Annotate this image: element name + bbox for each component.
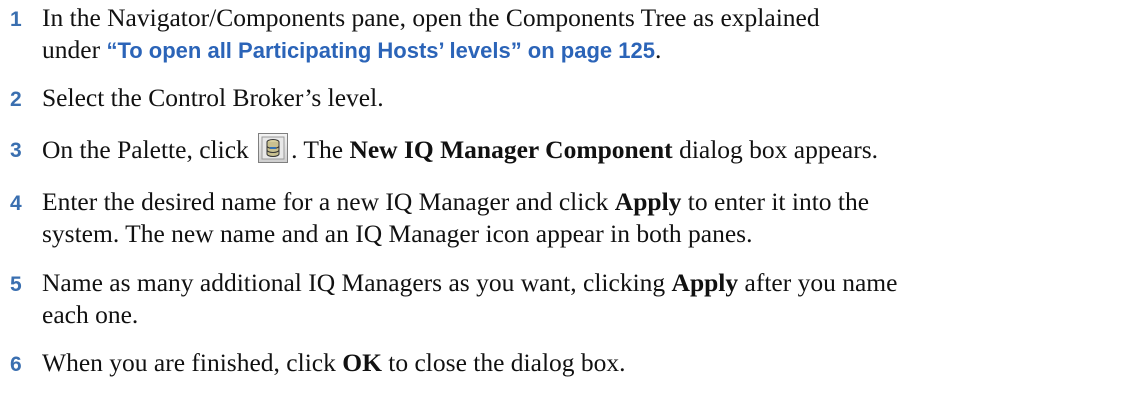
step-text-line: In the Navigator/Components pane, open t… — [42, 2, 1122, 34]
step-text-line: Name as many additional IQ Managers as y… — [42, 267, 1122, 299]
step-text: after you name — [738, 268, 898, 297]
step-text-line: each one. — [42, 299, 1122, 331]
step-number: 1 — [10, 8, 22, 31]
step-text: . The — [291, 135, 350, 164]
step-text: under — [42, 35, 107, 64]
step-number: 2 — [10, 88, 22, 111]
step-text: In the Navigator/Components pane, open t… — [42, 3, 820, 32]
step-text-line: On the Palette, click . The New IQ Manag… — [42, 133, 1122, 166]
cross-reference-link[interactable]: “To open all Participating Hosts’ levels… — [106, 38, 655, 63]
step-text: Select the Control Broker’s level. — [42, 83, 384, 112]
step-number: 4 — [10, 192, 22, 215]
step-text: When you are finished, click — [42, 348, 343, 377]
step-text-line: Enter the desired name for a new IQ Mana… — [42, 186, 1122, 218]
step-text-line: system. The new name and an IQ Manager i… — [42, 218, 1122, 250]
step-number: 3 — [10, 139, 22, 162]
step-text: to close the dialog box. — [381, 348, 626, 377]
apply-button-label: Apply — [614, 187, 682, 216]
iq-manager-palette-icon[interactable] — [258, 133, 289, 163]
step-text: each one. — [42, 300, 139, 329]
apply-button-label: Apply — [671, 268, 739, 297]
step-text: system. The new name and an IQ Manager i… — [42, 219, 753, 248]
step-text: to enter it into the — [681, 187, 870, 216]
dialog-name: New IQ Manager Component — [349, 135, 673, 164]
step-text: Name as many additional IQ Managers as y… — [42, 268, 672, 297]
step-number: 5 — [10, 273, 22, 296]
step-text-line: Select the Control Broker’s level. — [42, 82, 1122, 114]
step-text: dialog box appears. — [672, 135, 879, 164]
step-text-line: under “To open all Participating Hosts’ … — [42, 34, 1122, 67]
step-text: Enter the desired name for a new IQ Mana… — [42, 187, 615, 216]
step-text-line: When you are finished, click OK to close… — [42, 347, 1122, 379]
step-text: . — [654, 35, 662, 64]
step-text: On the Palette, click — [42, 135, 256, 164]
ok-button-label: OK — [342, 348, 382, 377]
step-number: 6 — [10, 353, 22, 376]
